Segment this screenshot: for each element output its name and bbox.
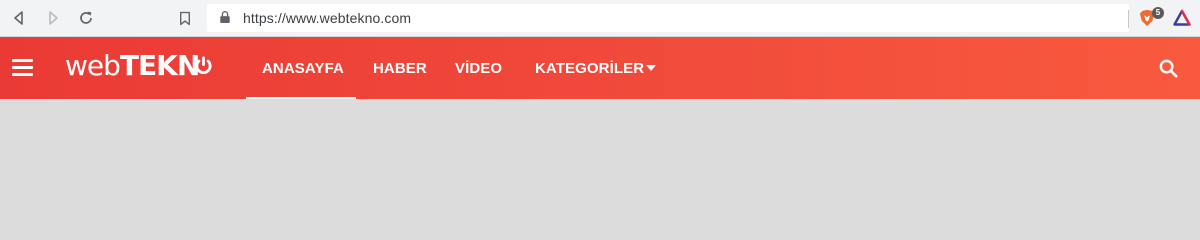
forward-icon[interactable] bbox=[43, 8, 63, 28]
prism-triangle-icon[interactable] bbox=[1173, 9, 1191, 27]
search-icon[interactable] bbox=[1158, 58, 1180, 80]
logo-text-bold: TEKN bbox=[119, 49, 200, 82]
nav-item-categories[interactable]: KATEGORİLER bbox=[535, 60, 644, 77]
back-icon[interactable] bbox=[9, 8, 29, 28]
logo-text-light: web bbox=[65, 49, 121, 82]
toolbar-divider bbox=[1128, 10, 1129, 28]
site-header: webTEKN ANASAYFA HABER VİDEO KATEGORİLER bbox=[0, 37, 1200, 99]
power-icon bbox=[194, 56, 213, 75]
nav-item-video[interactable]: VİDEO bbox=[455, 60, 502, 77]
reload-icon[interactable] bbox=[76, 8, 96, 28]
address-bar[interactable]: https://www.webtekno.com bbox=[207, 4, 1129, 32]
browser-toolbar: https://www.webtekno.com 5 bbox=[0, 0, 1200, 37]
nav-item-news[interactable]: HABER bbox=[373, 60, 427, 77]
chevron-down-icon[interactable] bbox=[646, 65, 656, 71]
url-text[interactable]: https://www.webtekno.com bbox=[243, 10, 411, 26]
site-logo[interactable]: webTEKN bbox=[65, 49, 200, 82]
brave-badge-count: 5 bbox=[1152, 7, 1164, 19]
page-content-area bbox=[0, 99, 1200, 202]
lock-icon[interactable] bbox=[219, 10, 233, 26]
bookmark-icon[interactable] bbox=[176, 8, 194, 28]
hamburger-menu-icon[interactable] bbox=[12, 59, 33, 76]
nav-item-home[interactable]: ANASAYFA bbox=[262, 60, 344, 77]
